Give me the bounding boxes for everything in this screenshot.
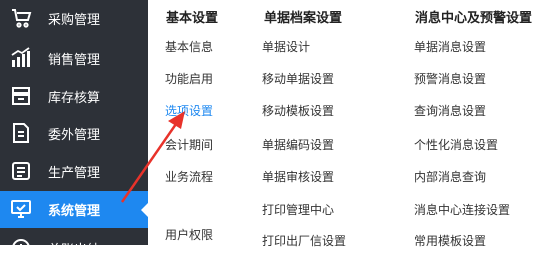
sidebar-item-inventory[interactable]: 库存核算 bbox=[0, 78, 148, 115]
sidebar-item-label: 系统管理 bbox=[48, 204, 101, 219]
menu-item-internal-message[interactable]: 内部消息查询 bbox=[414, 168, 486, 185]
sales-chart-icon bbox=[9, 46, 33, 70]
sidebar-item-label: 库存核算 bbox=[48, 91, 101, 106]
menu-item-accounting-period[interactable]: 会计期间 bbox=[165, 136, 213, 153]
menu-item-mobile-template[interactable]: 移动模板设置 bbox=[262, 102, 334, 119]
menu-item-print-factory[interactable]: 打印出厂信设置 bbox=[262, 232, 346, 249]
menu-item-custom-message[interactable]: 个性化消息设置 bbox=[414, 136, 498, 153]
sidebar-item-label: 生产管理 bbox=[48, 166, 101, 181]
menu-item-doc-audit[interactable]: 单据审核设置 bbox=[262, 168, 334, 185]
menu-item-alert-message[interactable]: 预警消息设置 bbox=[414, 70, 486, 87]
menu-item-business-flow[interactable]: 业务流程 bbox=[165, 168, 213, 185]
production-icon bbox=[9, 159, 33, 183]
menu-col-message-header: 消息中心及预警设置 bbox=[415, 11, 533, 26]
sidebar-item-outsource[interactable]: 委外管理 bbox=[0, 115, 148, 152]
menu-item-message-connect[interactable]: 消息中心连接设置 bbox=[414, 201, 510, 218]
menu-item-option-settings[interactable]: 选项设置 bbox=[165, 102, 213, 119]
menu-item-mobile-doc[interactable]: 移动单据设置 bbox=[262, 70, 334, 87]
menu-item-doc-message[interactable]: 单据消息设置 bbox=[414, 38, 486, 55]
menu-item-feature-enable[interactable]: 功能启用 bbox=[165, 70, 213, 87]
sidebar-item-ledger[interactable]: 总账出纳 bbox=[0, 230, 148, 267]
monitor-icon bbox=[9, 197, 33, 221]
outsource-icon bbox=[9, 121, 33, 145]
ledger-icon bbox=[9, 236, 33, 260]
purchase-icon bbox=[9, 6, 33, 30]
menu-item-basic-info[interactable]: 基本信息 bbox=[165, 38, 213, 55]
menu-item-query-message[interactable]: 查询消息设置 bbox=[414, 102, 486, 119]
menu-item-common-template[interactable]: 常用模板设置 bbox=[414, 232, 486, 249]
menu-col-document-header: 单据档案设置 bbox=[264, 11, 343, 26]
menu-item-doc-code[interactable]: 单据编码设置 bbox=[262, 136, 334, 153]
inventory-icon bbox=[9, 84, 33, 108]
menu-item-user-permission[interactable]: 用户权限 bbox=[165, 226, 213, 243]
sidebar-item-label: 总账出纳 bbox=[48, 243, 101, 258]
sidebar-item-production[interactable]: 生产管理 bbox=[0, 153, 148, 190]
sidebar-item-sales[interactable]: 销售管理 bbox=[0, 40, 148, 77]
menu-item-doc-design[interactable]: 单据设计 bbox=[262, 38, 310, 55]
sidebar-item-label: 委外管理 bbox=[48, 128, 101, 143]
menu-item-print-center[interactable]: 打印管理中心 bbox=[262, 201, 334, 218]
menu-col-basic-header: 基本设置 bbox=[166, 11, 219, 26]
sidebar: 采购管理 销售管理 库存核算 委外管理 生产管理 系统管理 总账出纳 bbox=[0, 0, 148, 258]
sidebar-item-label: 采购管理 bbox=[48, 13, 101, 28]
sidebar-item-purchase[interactable]: 采购管理 bbox=[0, 0, 148, 37]
sidebar-item-label: 销售管理 bbox=[48, 53, 101, 68]
sidebar-item-system[interactable]: 系统管理 bbox=[0, 191, 148, 228]
